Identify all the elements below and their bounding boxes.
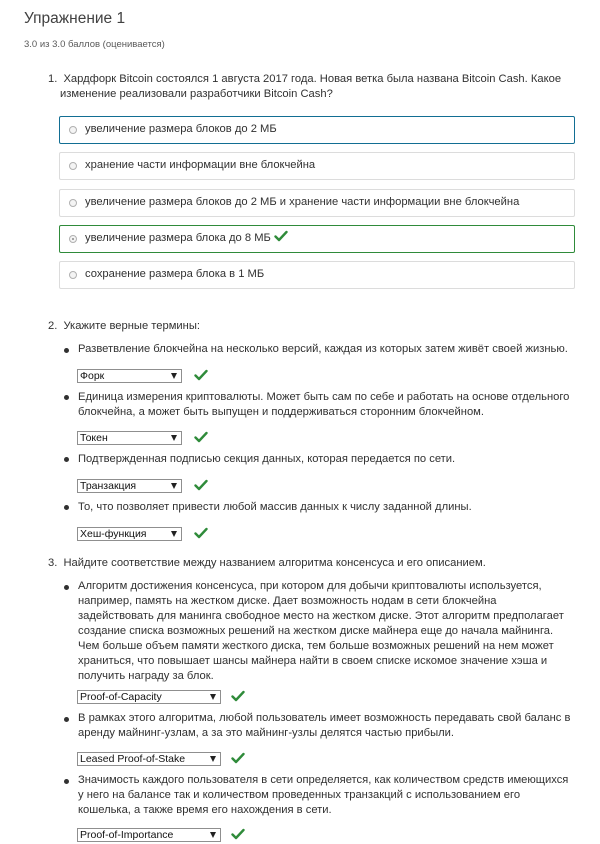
option-label: сохранение размера блока в 1 МБ — [85, 268, 265, 280]
chevron-down-icon[interactable] — [210, 832, 216, 838]
select-value: Proof-of-Importance — [80, 829, 174, 841]
option-5[interactable]: сохранение размера блока в 1 МБ — [59, 261, 575, 289]
option-label: хранение части информации вне блокчейна — [85, 159, 316, 171]
option-label: увеличение размера блока до 8 МБ — [85, 232, 271, 244]
select-value: Proof-of-Capacity — [80, 691, 162, 703]
chevron-down-icon[interactable] — [171, 435, 177, 441]
question-number: 1. — [48, 73, 58, 85]
option-label: увеличение размера блоков до 2 МБ и хран… — [85, 196, 520, 208]
bullet — [64, 348, 69, 353]
term-select-1[interactable]: Форк — [77, 369, 182, 383]
chevron-down-icon[interactable] — [210, 694, 216, 700]
term-select-2[interactable]: Токен — [77, 431, 182, 445]
exercise-page: Упражнение 1 3.0 из 3.0 баллов (оценивае… — [0, 0, 600, 844]
algorithm-select-3[interactable]: Proof-of-Importance — [77, 828, 221, 842]
bullet — [64, 505, 69, 510]
option-3[interactable]: увеличение размера блоков до 2 МБ и хран… — [59, 189, 575, 217]
term-description: Подтвержденная подписью секция данных, к… — [78, 453, 456, 465]
exercise-title: Упражнение 1 — [24, 10, 126, 27]
question-2: 2. Укажите верные термины: — [48, 319, 568, 334]
term-description: То, что позволяет привести любой массив … — [78, 501, 472, 513]
algorithm-description: Значимость каждого пользователя в сети о… — [78, 774, 569, 816]
algorithm-select-1[interactable]: Proof-of-Capacity — [77, 690, 221, 704]
chevron-down-icon[interactable] — [171, 483, 177, 489]
radio-button[interactable] — [69, 235, 77, 243]
option-2[interactable]: хранение части информации вне блокчейна — [59, 152, 575, 180]
question-number: 2. — [48, 320, 58, 332]
question-text: Хардфорк Bitcoin состоялся 1 августа 201… — [63, 73, 562, 85]
bullet — [64, 457, 69, 462]
check-icon — [194, 431, 208, 443]
bullet — [64, 585, 69, 590]
select-value: Хеш-функция — [80, 528, 147, 540]
option-label: увеличение размера блоков до 2 МБ — [85, 123, 277, 135]
radio-button[interactable] — [69, 271, 77, 279]
radio-button[interactable] — [69, 199, 77, 207]
question-3: 3. Найдите соответствие между названием … — [48, 556, 568, 571]
algorithm-select-2[interactable]: Leased Proof-of-Stake — [77, 752, 221, 766]
chevron-down-icon[interactable] — [171, 373, 177, 379]
question-text-continued: изменение реализовали разработчики Bitco… — [60, 88, 333, 100]
bullet — [64, 395, 69, 400]
algorithm-description: Алгоритм достижения консенсуса, при кото… — [78, 580, 564, 682]
check-icon — [231, 690, 245, 702]
question-number: 3. — [48, 557, 58, 569]
question-text: Укажите верные термины: — [63, 320, 201, 332]
check-icon — [194, 479, 208, 491]
check-icon — [274, 230, 288, 242]
term-description: Разветвление блокчейна на несколько верс… — [78, 343, 568, 355]
check-icon — [194, 369, 208, 381]
radio-button[interactable] — [69, 126, 77, 134]
check-icon — [194, 527, 208, 539]
exercise-score: 3.0 из 3.0 баллов (оценивается) — [24, 39, 165, 50]
option-4[interactable]: увеличение размера блока до 8 МБ — [59, 225, 575, 253]
algorithm-description: В рамках этого алгоритма, любой пользова… — [78, 712, 571, 739]
chevron-down-icon[interactable] — [210, 756, 216, 762]
check-icon — [231, 752, 245, 764]
term-select-3[interactable]: Транзакция — [77, 479, 182, 493]
question-text: Найдите соответствие между названием алг… — [63, 557, 486, 569]
term-description: Единица измерения криптовалюты. Может бы… — [78, 391, 570, 418]
chevron-down-icon[interactable] — [171, 531, 177, 537]
select-value: Leased Proof-of-Stake — [80, 753, 186, 765]
select-value: Токен — [80, 432, 108, 444]
option-1[interactable]: увеличение размера блоков до 2 МБ — [59, 116, 575, 144]
select-value: Форк — [80, 370, 105, 382]
radio-button[interactable] — [69, 162, 77, 170]
question-1: 1. Хардфорк Bitcoin состоялся 1 августа … — [48, 72, 568, 102]
bullet — [64, 717, 69, 722]
bullet — [64, 779, 69, 784]
select-value: Транзакция — [80, 480, 137, 492]
term-select-4[interactable]: Хеш-функция — [77, 527, 182, 541]
check-icon — [231, 828, 245, 840]
